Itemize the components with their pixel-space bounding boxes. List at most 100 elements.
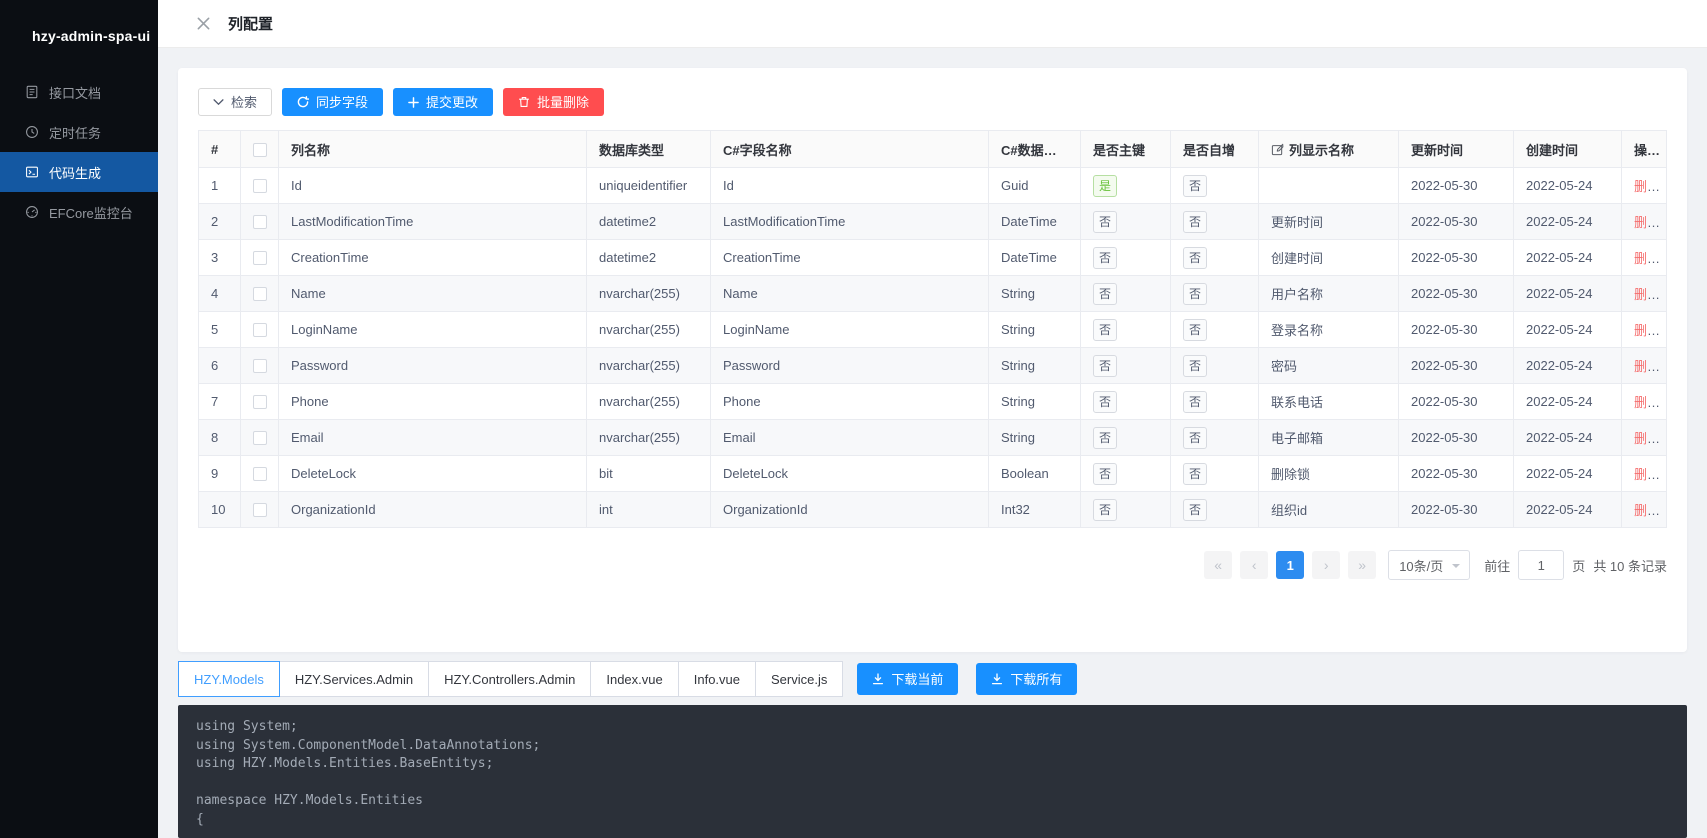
primary-key-tag[interactable]: 否 bbox=[1093, 427, 1117, 449]
table-row: 9DeleteLockbitDeleteLockBoolean否否删除锁2022… bbox=[199, 456, 1667, 492]
row-checkbox[interactable] bbox=[253, 287, 267, 301]
auto-increment-tag[interactable]: 否 bbox=[1183, 247, 1207, 269]
auto-increment-tag[interactable]: 否 bbox=[1183, 319, 1207, 341]
row-checkbox[interactable] bbox=[253, 323, 267, 337]
row-checkbox[interactable] bbox=[253, 431, 267, 445]
primary-key-tag[interactable]: 否 bbox=[1093, 319, 1117, 341]
cell-display-name[interactable] bbox=[1259, 168, 1399, 204]
cell-is-primary-key: 是 bbox=[1081, 168, 1171, 204]
cell-display-name[interactable]: 联系电话 bbox=[1259, 384, 1399, 420]
goto-page-input[interactable] bbox=[1518, 550, 1564, 580]
cell-checkbox bbox=[241, 276, 279, 312]
primary-key-tag[interactable]: 否 bbox=[1093, 247, 1117, 269]
cell-db-type: nvarchar(255) bbox=[587, 348, 711, 384]
auto-increment-tag[interactable]: 否 bbox=[1183, 211, 1207, 233]
delete-link[interactable]: 删除 bbox=[1634, 359, 1660, 374]
last-page-button[interactable]: » bbox=[1348, 551, 1376, 579]
first-page-button[interactable]: « bbox=[1204, 551, 1232, 579]
row-checkbox[interactable] bbox=[253, 359, 267, 373]
cell-index: 7 bbox=[199, 384, 241, 420]
cell-column-name: LastModificationTime bbox=[279, 204, 587, 240]
close-icon[interactable] bbox=[196, 16, 211, 31]
primary-key-tag[interactable]: 否 bbox=[1093, 499, 1117, 521]
cell-display-name[interactable]: 删除锁 bbox=[1259, 456, 1399, 492]
cell-index: 6 bbox=[199, 348, 241, 384]
cell-operations: 删除 bbox=[1622, 456, 1667, 492]
cell-is-primary-key: 否 bbox=[1081, 384, 1171, 420]
page-size-value: 10条/页 bbox=[1399, 556, 1443, 575]
row-checkbox[interactable] bbox=[253, 215, 267, 229]
cell-display-name[interactable]: 登录名称 bbox=[1259, 312, 1399, 348]
cell-display-name[interactable]: 创建时间 bbox=[1259, 240, 1399, 276]
primary-key-tag[interactable]: 是 bbox=[1093, 175, 1117, 197]
auto-increment-tag[interactable]: 否 bbox=[1183, 427, 1207, 449]
auto-increment-tag[interactable]: 否 bbox=[1183, 355, 1207, 377]
caret-down-icon bbox=[1452, 564, 1460, 572]
tab-hzy-models[interactable]: HZY.Models bbox=[178, 661, 280, 697]
cell-index: 5 bbox=[199, 312, 241, 348]
row-checkbox[interactable] bbox=[253, 179, 267, 193]
delete-link[interactable]: 删除 bbox=[1634, 395, 1660, 410]
next-page-button[interactable]: › bbox=[1312, 551, 1340, 579]
primary-key-tag[interactable]: 否 bbox=[1093, 463, 1117, 485]
delete-link[interactable]: 删除 bbox=[1634, 215, 1660, 230]
primary-key-tag[interactable]: 否 bbox=[1093, 391, 1117, 413]
primary-key-tag[interactable]: 否 bbox=[1093, 355, 1117, 377]
select-all-checkbox[interactable] bbox=[253, 143, 267, 157]
row-checkbox[interactable] bbox=[253, 503, 267, 517]
sync-fields-button[interactable]: 同步字段 bbox=[282, 88, 383, 116]
cell-cs-type: String bbox=[989, 276, 1081, 312]
cell-display-name[interactable]: 更新时间 bbox=[1259, 204, 1399, 240]
search-toggle-button[interactable]: 检索 bbox=[198, 88, 272, 116]
auto-increment-tag[interactable]: 否 bbox=[1183, 175, 1207, 197]
primary-key-tag[interactable]: 否 bbox=[1093, 211, 1117, 233]
cell-cs-type: Guid bbox=[989, 168, 1081, 204]
delete-link[interactable]: 删除 bbox=[1634, 323, 1660, 338]
cell-is-auto-increment: 否 bbox=[1171, 240, 1259, 276]
topbar: 列配置 bbox=[158, 0, 1707, 48]
cell-is-primary-key: 否 bbox=[1081, 240, 1171, 276]
row-checkbox[interactable] bbox=[253, 395, 267, 409]
row-checkbox[interactable] bbox=[253, 467, 267, 481]
cell-display-name[interactable]: 组织id bbox=[1259, 492, 1399, 528]
cell-updated-time: 2022-05-30 bbox=[1399, 312, 1514, 348]
tab-info-vue[interactable]: Info.vue bbox=[678, 661, 756, 697]
tab-index-vue[interactable]: Index.vue bbox=[590, 661, 678, 697]
delete-link[interactable]: 删除 bbox=[1634, 251, 1660, 266]
page-1-button[interactable]: 1 bbox=[1276, 551, 1304, 579]
cell-checkbox bbox=[241, 492, 279, 528]
primary-key-tag[interactable]: 否 bbox=[1093, 283, 1117, 305]
trash-icon bbox=[518, 96, 530, 108]
cell-is-auto-increment: 否 bbox=[1171, 348, 1259, 384]
delete-link[interactable]: 删除 bbox=[1634, 503, 1660, 518]
cell-cs-field: Id bbox=[711, 168, 989, 204]
prev-page-button[interactable]: ‹ bbox=[1240, 551, 1268, 579]
delete-link[interactable]: 删除 bbox=[1634, 179, 1660, 194]
sidebar-item-api-docs[interactable]: 接口文档 bbox=[0, 72, 158, 112]
auto-increment-tag[interactable]: 否 bbox=[1183, 283, 1207, 305]
tab-hzy-controllers-admin[interactable]: HZY.Controllers.Admin bbox=[428, 661, 591, 697]
tab-service-js[interactable]: Service.js bbox=[755, 661, 843, 697]
delete-link[interactable]: 删除 bbox=[1634, 287, 1660, 302]
tab-hzy-services-admin[interactable]: HZY.Services.Admin bbox=[279, 661, 429, 697]
download-all-button[interactable]: 下载所有 bbox=[976, 663, 1077, 695]
cell-is-auto-increment: 否 bbox=[1171, 168, 1259, 204]
submit-changes-button[interactable]: 提交更改 bbox=[393, 88, 493, 116]
page-size-select[interactable]: 10条/页 bbox=[1388, 550, 1470, 580]
sidebar-item-efcore-monitor[interactable]: EFCore监控台 bbox=[0, 192, 158, 232]
cell-display-name[interactable]: 密码 bbox=[1259, 348, 1399, 384]
auto-increment-tag[interactable]: 否 bbox=[1183, 499, 1207, 521]
row-checkbox[interactable] bbox=[253, 251, 267, 265]
auto-increment-tag[interactable]: 否 bbox=[1183, 463, 1207, 485]
cell-display-name[interactable]: 用户名称 bbox=[1259, 276, 1399, 312]
delete-link[interactable]: 删除 bbox=[1634, 431, 1660, 446]
cell-display-name[interactable]: 电子邮箱 bbox=[1259, 420, 1399, 456]
cell-checkbox bbox=[241, 312, 279, 348]
table-row: 2LastModificationTimedatetime2LastModifi… bbox=[199, 204, 1667, 240]
download-current-button[interactable]: 下载当前 bbox=[857, 663, 958, 695]
sidebar-item-scheduled-tasks[interactable]: 定时任务 bbox=[0, 112, 158, 152]
batch-delete-button[interactable]: 批量删除 bbox=[503, 88, 604, 116]
sidebar-item-code-generation[interactable]: 代码生成 bbox=[0, 152, 158, 192]
delete-link[interactable]: 删除 bbox=[1634, 467, 1660, 482]
auto-increment-tag[interactable]: 否 bbox=[1183, 391, 1207, 413]
